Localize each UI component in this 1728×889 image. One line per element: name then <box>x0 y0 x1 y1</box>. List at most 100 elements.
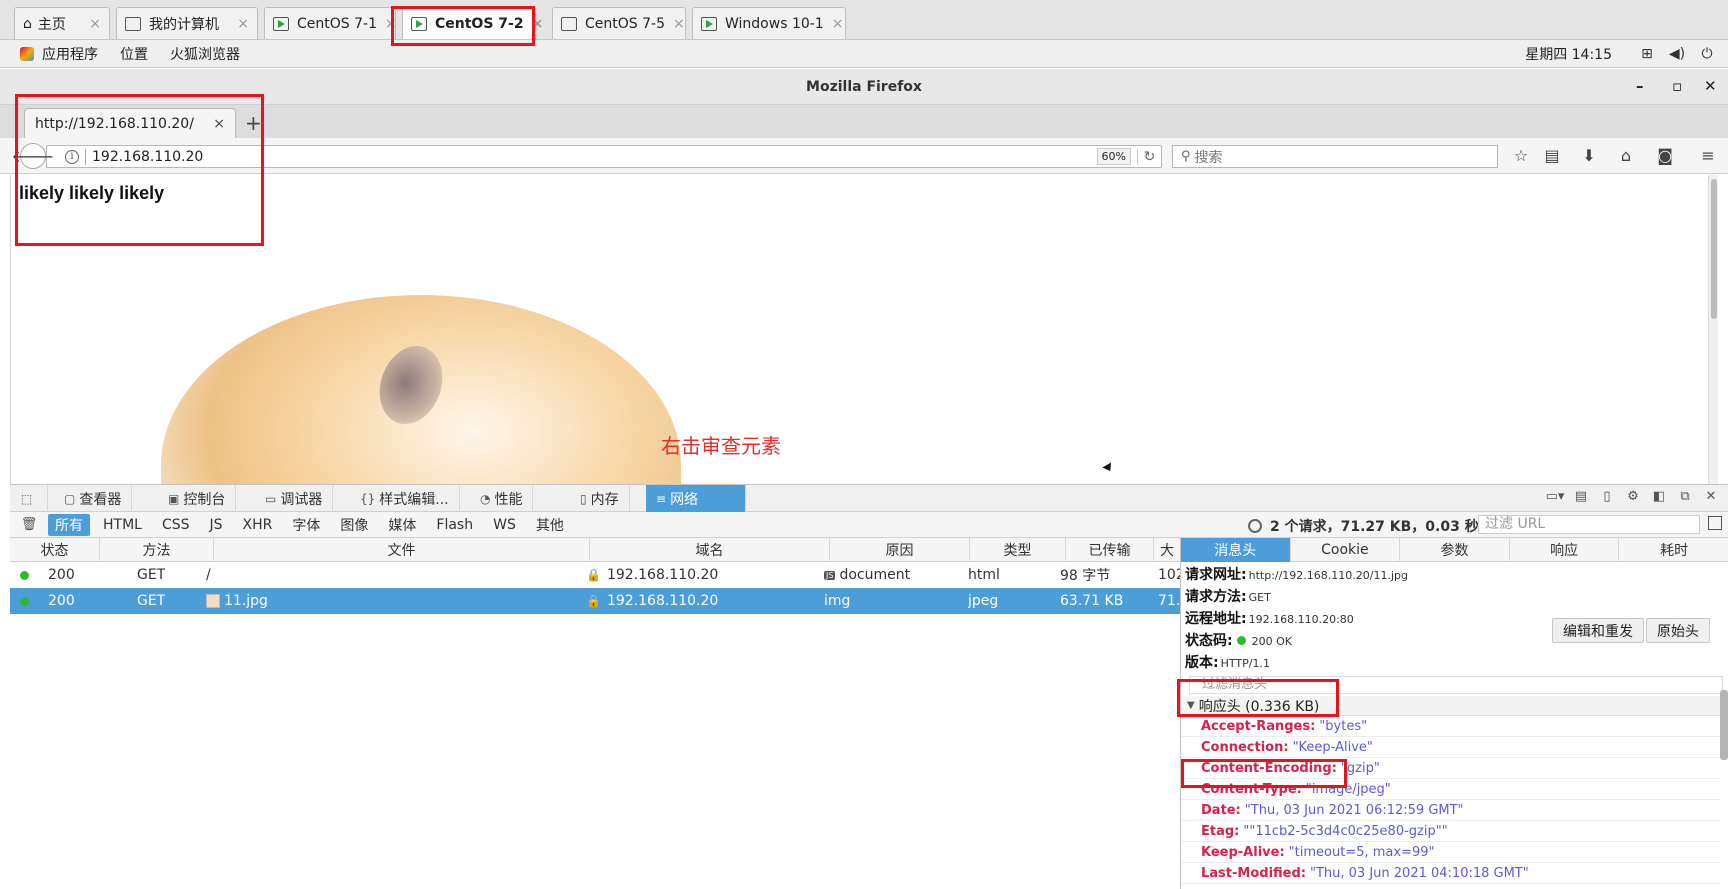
tab-timings[interactable]: 耗时 <box>1619 538 1728 562</box>
tab-console[interactable]: ▣ 控制台 <box>158 485 237 512</box>
vm-tab-win10[interactable]: Windows 10-1 × <box>692 7 846 39</box>
tab-response[interactable]: 响应 <box>1510 538 1620 562</box>
filter-html[interactable]: HTML <box>96 516 149 534</box>
filter-flash[interactable]: Flash <box>429 516 480 534</box>
close-devtools-icon[interactable]: ✕ <box>1698 489 1724 504</box>
close-icon[interactable]: × <box>89 16 101 32</box>
zoom-indicator[interactable]: 60% <box>1096 148 1131 165</box>
vm-tab-my-computer[interactable]: 我的计算机 × <box>116 7 258 39</box>
col-file[interactable]: 文件 <box>214 538 590 562</box>
col-type[interactable]: 类型 <box>970 538 1066 562</box>
vm-tab-home[interactable]: ⌂ 主页 × <box>14 7 110 39</box>
close-icon[interactable]: × <box>237 16 249 32</box>
vm-tab-centos75[interactable]: CentOS 7-5 × <box>552 7 686 39</box>
raw-headers-button[interactable]: 原始头 <box>1646 618 1710 643</box>
settings-gear-icon[interactable]: ⚙ <box>1620 489 1646 504</box>
volume-icon[interactable]: ◀) <box>1668 46 1686 62</box>
toggle-details-panel-icon[interactable] <box>1708 516 1722 530</box>
network-icon[interactable]: ⊞ <box>1638 46 1656 62</box>
tab-network[interactable]: ≡ 网络 <box>646 485 746 512</box>
places-menu[interactable]: 位置 <box>120 44 148 64</box>
request-url-value[interactable]: http://192.168.110.20/11.jpg <box>1249 569 1408 582</box>
col-domain[interactable]: 域名 <box>590 538 830 562</box>
power-icon[interactable]: ⏻ <box>1698 46 1716 62</box>
cell-transferred: 63.71 KB <box>1060 593 1124 609</box>
tab-debugger[interactable]: ▭ 调试器 <box>255 485 334 512</box>
minimize-icon[interactable]: – <box>1636 77 1644 95</box>
col-size[interactable]: 大 <box>1154 538 1180 562</box>
col-method[interactable]: 方法 <box>100 538 214 562</box>
page-scrollbar[interactable] <box>1708 175 1718 484</box>
home-icon[interactable]: ⌂ <box>1615 146 1637 166</box>
performance-analysis-icon[interactable] <box>1248 519 1262 533</box>
filter-js[interactable]: JS <box>203 516 230 534</box>
tab-headers[interactable]: 消息头 <box>1181 538 1291 562</box>
site-info-icon[interactable]: i <box>65 149 79 164</box>
new-tab-button[interactable]: + <box>245 111 262 135</box>
tab-params[interactable]: 参数 <box>1400 538 1510 562</box>
tab-memory[interactable]: ▯ 内存 <box>570 485 630 512</box>
clear-trash-icon[interactable]: 🗑 <box>16 517 42 532</box>
tab-cookies[interactable]: Cookie <box>1291 538 1401 562</box>
close-icon[interactable]: × <box>385 16 397 32</box>
cell-size: 102 <box>1158 567 1180 583</box>
response-headers-section[interactable]: ▼ 响应头 (0.336 KB) <box>1181 696 1728 716</box>
tab-inspector[interactable]: ▢ 查看器 <box>54 485 133 512</box>
scratchpad-icon[interactable]: ▤ <box>1568 489 1594 504</box>
header-name: Date: <box>1201 802 1241 818</box>
panel-scroll-grip[interactable] <box>1720 690 1728 760</box>
url-filter-input[interactable]: 过滤 URL <box>1478 515 1700 534</box>
clock[interactable]: 星期四 14:15 <box>1525 44 1612 64</box>
vm-tab-centos72[interactable]: CentOS 7-2 × <box>402 7 543 39</box>
status-dot <box>20 562 29 588</box>
col-transferred[interactable]: 已传输 <box>1066 538 1154 562</box>
responsive-design-icon[interactable]: ▯ <box>1594 489 1620 504</box>
table-row[interactable]: 200 GET 11.jpg 🔒 192.168.110.20 img jpeg … <box>10 588 1180 614</box>
filter-ws[interactable]: WS <box>486 516 523 534</box>
col-cause[interactable]: 原因 <box>830 538 970 562</box>
filter-headers-input[interactable]: 过滤消息头 <box>1189 676 1723 694</box>
filter-other[interactable]: 其他 <box>529 514 571 536</box>
edit-resend-button[interactable]: 编辑和重发 <box>1552 618 1644 643</box>
col-status[interactable]: 状态 <box>10 538 100 562</box>
filter-media[interactable]: 媒体 <box>381 514 423 536</box>
url-text[interactable]: 192.168.110.20 <box>92 149 1097 165</box>
cell-cause: img <box>824 593 851 609</box>
download-icon[interactable]: ⬇ <box>1578 146 1600 166</box>
element-picker-button[interactable]: ⬚ <box>10 485 48 512</box>
navigation-toolbar: i 192.168.110.20 60% ↻ 🡐 ⚲ 搜索 ☆ ▤ ⬇ ⌂ ◙ … <box>0 138 1728 174</box>
filter-all[interactable]: 所有 <box>48 513 90 536</box>
tab-style-editor[interactable]: {} 样式编辑... <box>350 485 460 512</box>
close-icon[interactable]: × <box>832 16 844 32</box>
status-code-label: 状态码: <box>1185 633 1233 649</box>
window-title: Mozilla Firefox <box>806 78 922 95</box>
tab-performance[interactable]: ◔ 性能 <box>470 485 534 512</box>
vm-tab-centos71[interactable]: CentOS 7-1 × <box>264 7 397 39</box>
close-icon[interactable]: × <box>532 16 544 32</box>
close-icon[interactable]: × <box>673 16 685 32</box>
applications-menu[interactable]: 应用程序 <box>42 44 98 64</box>
dock-side-icon[interactable]: ◧ <box>1646 489 1672 504</box>
filter-fonts[interactable]: 字体 <box>285 514 327 536</box>
reload-icon[interactable]: ↻ <box>1137 148 1161 165</box>
menu-icon[interactable]: ≡ <box>1697 146 1719 166</box>
undock-icon[interactable]: ⧉ <box>1672 489 1698 504</box>
scrollbar-thumb[interactable] <box>1711 179 1717 319</box>
browser-tab[interactable]: http://192.168.110.20/ × <box>24 108 236 138</box>
maximize-icon[interactable]: ▫ <box>1672 77 1682 95</box>
filter-css[interactable]: CSS <box>155 516 197 534</box>
close-icon[interactable]: ✕ <box>1704 77 1717 95</box>
library-icon[interactable]: ▤ <box>1541 146 1563 166</box>
close-tab-icon[interactable]: × <box>213 116 225 132</box>
filter-images[interactable]: 图像 <box>333 514 375 536</box>
split-view-icon[interactable]: ▭▾ <box>1542 489 1568 504</box>
bookmark-star-icon[interactable]: ☆ <box>1510 146 1532 166</box>
filter-xhr[interactable]: XHR <box>236 516 280 534</box>
browser-launcher[interactable]: 火狐浏览器 <box>170 44 240 64</box>
table-row[interactable]: 200 GET / 🔒 192.168.110.20 JS document htm… <box>10 562 1180 588</box>
pocket-icon[interactable]: ◙ <box>1654 146 1676 166</box>
cell-size: 71. <box>1158 593 1180 609</box>
back-button[interactable]: 🡐 <box>12 143 54 169</box>
url-bar[interactable]: i 192.168.110.20 60% ↻ <box>46 145 1162 168</box>
search-input[interactable]: ⚲ 搜索 <box>1172 145 1498 168</box>
